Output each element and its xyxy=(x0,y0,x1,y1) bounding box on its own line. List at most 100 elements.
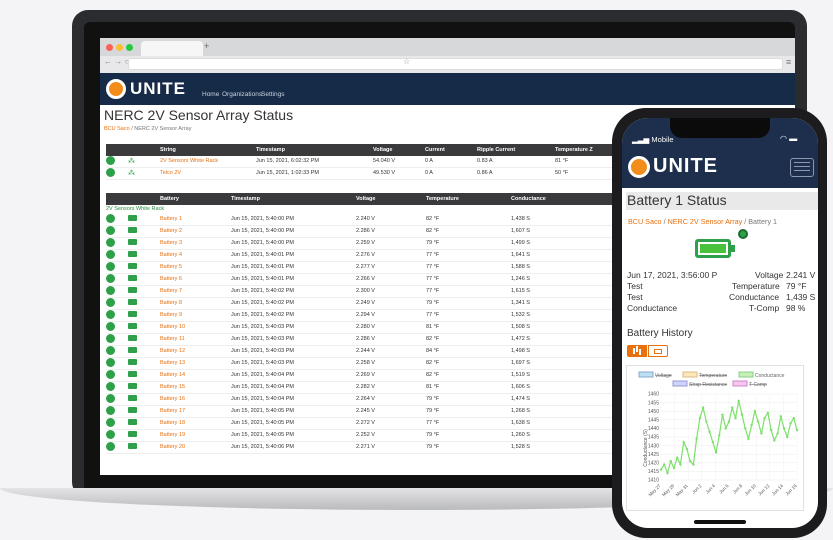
data-point xyxy=(711,440,715,444)
col-voltage[interactable]: Voltage xyxy=(356,193,426,205)
legend-swatch-strap[interactable] xyxy=(672,380,688,387)
battery-row[interactable]: Battery 8 Jun 15, 2021, 5:40:02 PM 2.249 V… xyxy=(106,297,651,310)
nav-home[interactable]: Home xyxy=(202,91,219,98)
legend-conductance[interactable]: Conductance xyxy=(755,373,785,379)
y-tick-label: 1460 xyxy=(648,392,659,398)
battery-row[interactable]: Battery 19 Jun 15, 2021, 5:40:05 PM 2.252 … xyxy=(106,429,651,442)
battery-row[interactable]: Battery 13 Jun 15, 2021, 5:40:03 PM 2.258 … xyxy=(106,357,651,370)
battery-name[interactable]: Battery 15 xyxy=(160,381,231,394)
battery-row[interactable]: Battery 1 Jun 15, 2021, 5:40:00 PM 2.240 V… xyxy=(106,213,651,226)
battery-name[interactable]: Battery 12 xyxy=(160,345,231,358)
string-row[interactable]: ⁂ Telco 2V Jun 15, 2021, 1:02:33 PM 49.5… xyxy=(106,167,651,180)
battery-name[interactable]: Battery 18 xyxy=(160,417,231,430)
unite-logo-icon[interactable] xyxy=(106,79,126,99)
chart-view-button[interactable] xyxy=(627,345,647,357)
battery-name[interactable]: Battery 3 xyxy=(160,237,231,250)
unite-logo-icon[interactable] xyxy=(628,156,650,178)
string-name[interactable]: Telco 2V xyxy=(160,167,256,180)
legend-swatch-voltage[interactable] xyxy=(638,371,654,378)
status-ok-icon xyxy=(106,273,115,283)
battery-row[interactable]: Battery 14 Jun 15, 2021, 5:40:04 PM 2.269 … xyxy=(106,369,651,382)
battery-name[interactable]: Battery 9 xyxy=(160,309,231,322)
app-logo-text[interactable]: UNITE xyxy=(130,79,186,99)
legend-strap-resistance[interactable]: Strap Resistance xyxy=(689,382,727,388)
battery-row[interactable]: Battery 10 Jun 15, 2021, 5:40:03 PM 2.280 … xyxy=(106,321,651,334)
bookmark-star-icon[interactable]: ☆ xyxy=(403,57,410,66)
table-view-button[interactable] xyxy=(648,345,668,357)
string-row[interactable]: ⁂ 2V Sensors White Rack Jun 15, 2021, 6:… xyxy=(106,155,651,168)
status-ok-icon xyxy=(106,249,115,259)
battery-name[interactable]: Battery 11 xyxy=(160,333,231,346)
col-voltage[interactable]: Voltage xyxy=(373,144,425,156)
col-timestamp[interactable]: Timestamp xyxy=(231,193,356,205)
crumb-bcu-saco[interactable]: BCU Saco xyxy=(628,217,662,226)
battery-name[interactable]: Battery 4 xyxy=(160,249,231,262)
legend-swatch-conductance[interactable] xyxy=(738,371,754,378)
battery-name[interactable]: Battery 1 xyxy=(160,213,231,226)
breadcrumb-link[interactable]: BCU Saco xyxy=(104,126,130,132)
battery-row[interactable]: Battery 18 Jun 15, 2021, 5:40:05 PM 2.272 … xyxy=(106,417,651,430)
battery-row[interactable]: Battery 7 Jun 15, 2021, 5:40:02 PM 2.300 V… xyxy=(106,285,651,298)
battery-name[interactable]: Battery 20 xyxy=(160,441,231,454)
battery-name[interactable]: Battery 14 xyxy=(160,369,231,382)
crumb-sensor-array[interactable]: NERC 2V Sensor Array xyxy=(668,217,743,226)
battery-name[interactable]: Battery 10 xyxy=(160,321,231,334)
col-timestamp[interactable]: Timestamp xyxy=(256,144,373,156)
status-ok-icon xyxy=(106,261,115,271)
battery-name[interactable]: Battery 8 xyxy=(160,297,231,310)
battery-name[interactable]: Battery 7 xyxy=(160,285,231,298)
hamburger-menu-button[interactable] xyxy=(790,158,814,177)
battery-name[interactable]: Battery 6 xyxy=(160,273,231,286)
battery-row[interactable]: Battery 9 Jun 15, 2021, 5:40:02 PM 2.294 V… xyxy=(106,309,651,322)
string-name[interactable]: 2V Sensors White Rack xyxy=(160,155,256,168)
battery-row[interactable]: Battery 20 Jun 15, 2021, 5:40:06 PM 2.271 … xyxy=(106,441,651,454)
battery-row[interactable]: Battery 12 Jun 15, 2021, 5:40:03 PM 2.244 … xyxy=(106,345,651,358)
status-ok-icon xyxy=(106,429,115,439)
legend-temperature[interactable]: Temperature xyxy=(699,373,727,379)
new-tab-button[interactable]: + xyxy=(204,41,209,51)
nav-settings[interactable]: Settings xyxy=(261,91,285,98)
legend-swatch-tcomp[interactable] xyxy=(732,380,748,387)
string-current: 0 A xyxy=(425,167,477,180)
battery-row[interactable]: Battery 15 Jun 15, 2021, 5:40:04 PM 2.282 … xyxy=(106,381,651,394)
battery-name[interactable]: Battery 17 xyxy=(160,405,231,418)
close-window-button[interactable] xyxy=(106,44,113,51)
data-point xyxy=(734,416,737,420)
battery-row[interactable]: Battery 5 Jun 15, 2021, 5:40:01 PM 2.277 V… xyxy=(106,261,651,274)
battery-name[interactable]: Battery 13 xyxy=(160,357,231,370)
battery-row[interactable]: Battery 6 Jun 15, 2021, 5:40:01 PM 2.266 V… xyxy=(106,273,651,286)
back-forward-reload-icons[interactable]: ← → ○ xyxy=(104,57,129,66)
battery-temperature: 77 °F xyxy=(426,285,511,298)
battery-row[interactable]: Battery 16 Jun 15, 2021, 5:40:04 PM 2.264 … xyxy=(106,393,651,406)
maximize-window-button[interactable] xyxy=(126,44,133,51)
status-ok-icon xyxy=(106,405,115,415)
battery-row[interactable]: Battery 3 Jun 15, 2021, 5:40:00 PM 2.259 V… xyxy=(106,237,651,250)
battery-name[interactable]: Battery 2 xyxy=(160,225,231,238)
legend-tcomp[interactable]: T-Comp xyxy=(749,382,767,388)
phone-logo-text[interactable]: UNITE xyxy=(653,155,718,178)
data-point xyxy=(675,456,679,459)
col-current[interactable]: Current xyxy=(425,144,477,156)
browser-menu-icon[interactable]: ≡ xyxy=(786,57,791,67)
battery-row[interactable]: Battery 17 Jun 15, 2021, 5:40:05 PM 2.245 … xyxy=(106,405,651,418)
data-point xyxy=(705,420,708,423)
battery-temperature: 77 °F xyxy=(426,417,511,430)
battery-row[interactable]: Battery 2 Jun 15, 2021, 5:40:00 PM 2.286 V… xyxy=(106,225,651,238)
col-ripple[interactable]: Ripple Current xyxy=(477,144,555,156)
data-point xyxy=(773,439,776,442)
minimize-window-button[interactable] xyxy=(116,44,123,51)
battery-row[interactable]: Battery 11 Jun 15, 2021, 5:40:03 PM 2.286 … xyxy=(106,333,651,346)
col-temperature[interactable]: Temperature xyxy=(426,193,511,205)
browser-tab[interactable] xyxy=(141,41,203,56)
legend-voltage[interactable]: Voltage xyxy=(655,373,672,379)
legend-swatch-temperature[interactable] xyxy=(682,371,698,378)
battery-row[interactable]: Battery 4 Jun 15, 2021, 5:40:01 PM 2.276 V… xyxy=(106,249,651,262)
col-string[interactable]: String xyxy=(160,144,256,156)
address-bar[interactable] xyxy=(128,58,783,70)
battery-name[interactable]: Battery 5 xyxy=(160,261,231,274)
data-point xyxy=(698,416,702,420)
battery-name[interactable]: Battery 19 xyxy=(160,429,231,442)
col-battery[interactable]: Battery xyxy=(160,193,231,205)
battery-name[interactable]: Battery 16 xyxy=(160,393,231,406)
nav-organizations[interactable]: Organizations xyxy=(222,91,262,98)
